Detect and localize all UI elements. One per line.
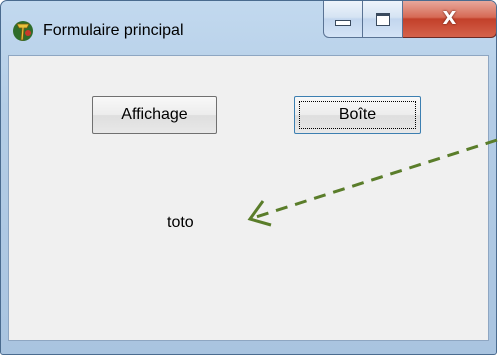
minimize-button[interactable] [323,1,363,38]
boite-button[interactable]: Boîte [294,96,421,134]
close-button[interactable]: X [403,1,496,38]
title-bar[interactable]: Formulaire principal X [1,1,496,55]
app-icon [13,21,33,41]
toto-label: toto [167,214,194,231]
app-window: Formulaire principal X Affichage Boîte t… [0,0,497,355]
affichage-button[interactable]: Affichage [92,96,217,134]
close-icon: X [442,8,457,29]
maximize-button[interactable] [363,1,403,38]
affichage-button-label: Affichage [121,106,188,123]
window-controls: X [323,1,496,39]
focus-rectangle [299,101,416,129]
maximize-icon [375,12,390,26]
form-client-area: Affichage Boîte toto [8,55,489,341]
window-title: Formulaire principal [43,22,184,39]
minimize-icon [335,20,351,26]
